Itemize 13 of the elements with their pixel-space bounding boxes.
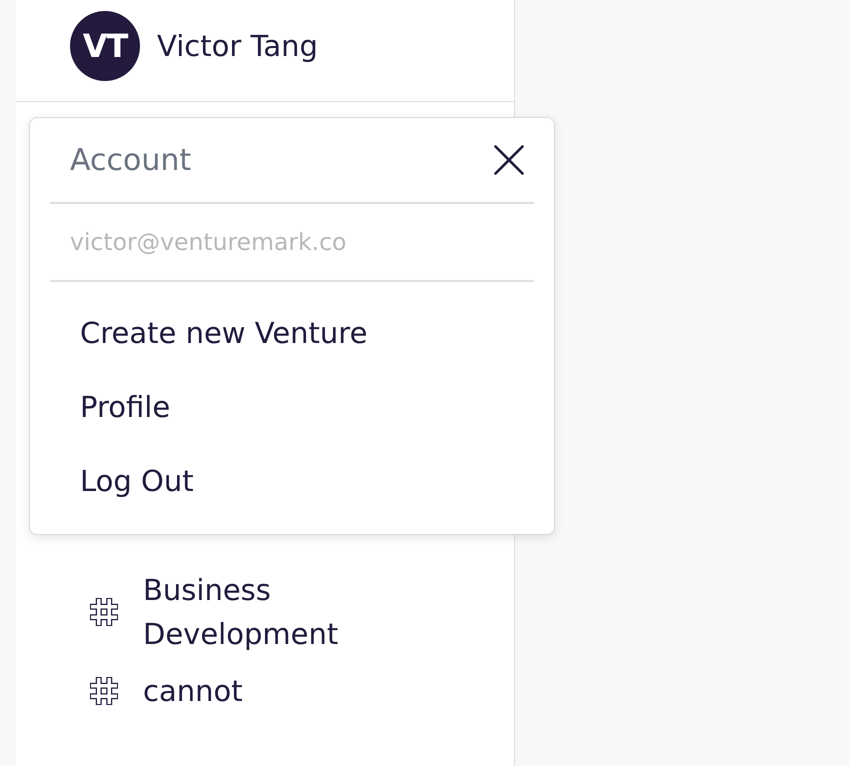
close-icon [494,145,524,175]
channel-item[interactable]: cannot [143,669,243,713]
channel-item[interactable]: Business Development [143,568,393,656]
close-button[interactable] [494,145,524,175]
hash-icon [90,598,118,626]
user-email: victor@venturemark.co [70,228,346,256]
user-name: Victor Tang [157,28,318,65]
user-avatar: VT [70,11,140,81]
hash-icon [90,677,118,705]
menu-item[interactable]: Profile [50,370,170,444]
menu-item[interactable]: Create new Venture [50,296,368,370]
menu-item[interactable]: Log Out [50,444,194,518]
menu-title: Account [70,142,192,178]
